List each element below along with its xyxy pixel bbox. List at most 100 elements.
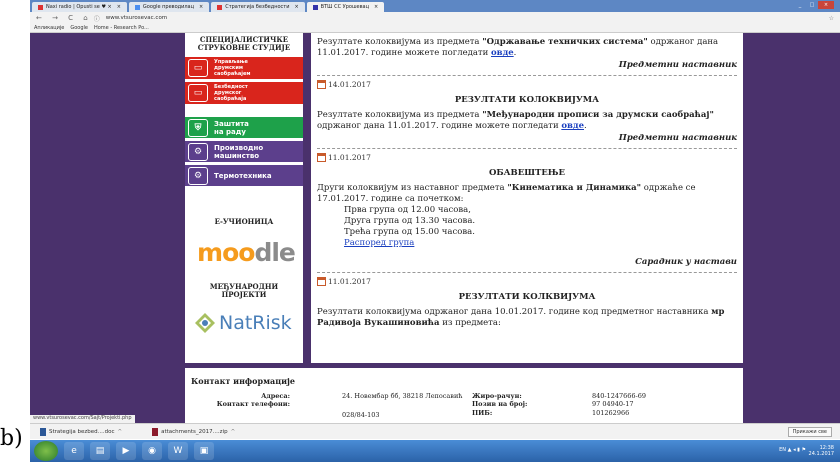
post1-link[interactable]: овде xyxy=(561,121,584,131)
status-url: www.vtsurosevac.com/Sajt/Projekti.php xyxy=(30,415,135,423)
tab-close-icon[interactable]: × xyxy=(374,4,378,10)
sidebar-study-label-line: машинство xyxy=(214,151,260,160)
post3-text-after: из предмета: xyxy=(439,318,501,328)
tab-favicon-icon xyxy=(134,4,140,10)
post1-end: . xyxy=(584,121,587,131)
sidebar-study-label-line: саобраћајем xyxy=(214,71,251,77)
download-item-label: Strategija bezbed....doc xyxy=(49,428,115,435)
group-item: Трећа група од 15.00 часова. xyxy=(344,227,475,237)
group-list: Прва група од 12.00 часова, Друга група … xyxy=(317,205,737,249)
post2-subject: "Кинематика и Динамика" xyxy=(507,183,642,193)
info-icon[interactable]: ⓘ xyxy=(94,14,100,23)
app-icon[interactable]: ▣ xyxy=(194,442,214,460)
bookmark-home[interactable]: Home - Research Po... xyxy=(94,25,149,31)
top-text-before: Резултате колоквијума из предмета xyxy=(317,37,483,47)
browser-tab[interactable]: Naxi radio | Opusti se ♥ × × xyxy=(32,2,127,12)
gear-icon: ⚙ xyxy=(188,142,208,161)
address-bar: ← → C ⌂ ⓘ www.vtsurosevac.com ☆ xyxy=(30,12,840,24)
figure-label: b) xyxy=(0,426,23,451)
car-icon: ▭ xyxy=(188,84,208,102)
tab-favicon-icon xyxy=(312,4,318,10)
media-icon[interactable]: ▶ xyxy=(116,442,136,460)
system-tray: EN ▲ ◂ ▮ ⚑ 12:38 24.1.2017 xyxy=(779,445,834,457)
download-item[interactable]: attachments_2017....zip ^ xyxy=(152,427,235,436)
close-window-button[interactable]: × xyxy=(818,1,834,9)
download-item[interactable]: Strategija bezbed....doc ^ xyxy=(40,427,122,436)
sidebar-study-link[interactable]: ⚙ Производно машинство xyxy=(185,139,303,162)
post2-text: Други колоквијум из наставног предмета "… xyxy=(317,183,737,205)
chrome-icon[interactable]: ◉ xyxy=(142,442,162,460)
show-all-downloads-button[interactable]: Прикажи све xyxy=(787,426,832,437)
ie-icon[interactable]: e xyxy=(64,442,84,460)
post1-date: 14.01.2017 xyxy=(317,79,737,90)
tab-label: ВТШ СС Урошевац xyxy=(320,4,370,10)
clock-date[interactable]: 24.1.2017 xyxy=(809,451,834,457)
contact-footer: Контакт информације Адреса: Контакт теле… xyxy=(185,368,743,428)
moodle-logo[interactable]: moodle xyxy=(197,238,296,267)
bookmarks-bar: Апликације Google Home - Research Po... xyxy=(30,24,840,33)
post2-title: ОБАВЕШТЕЊЕ xyxy=(488,168,566,178)
tab-favicon-icon xyxy=(38,4,43,10)
screenshot-root: Naxi radio | Opusti se ♥ × × Google превод… xyxy=(0,0,840,462)
group-schedule-link[interactable]: Распоред група xyxy=(344,238,414,248)
address-value: 24. Новембар бб, 38218 Лепосавић xyxy=(342,392,463,400)
browser-tab[interactable]: Google преводилац × xyxy=(128,2,210,12)
bookmark-star-icon[interactable]: ☆ xyxy=(829,15,834,22)
sidebar-study-link[interactable]: ▭ Безбедност друмског саобраћаја xyxy=(185,80,303,104)
top-end: . xyxy=(513,48,517,58)
post1-signature: Предметни наставник xyxy=(618,133,737,143)
start-button[interactable] xyxy=(34,441,58,461)
sidebar-study-link[interactable]: ▭ Управљање друмским саобраћајем xyxy=(185,55,303,79)
sidebar-study-label: Термотехника xyxy=(214,172,272,180)
tab-label: Google преводилац xyxy=(142,4,195,10)
browser-tab[interactable]: Стратегија безбедности × xyxy=(211,2,305,12)
calendar-icon xyxy=(317,153,326,162)
ref-label: Позив на број: xyxy=(472,400,528,408)
tab-close-icon[interactable]: × xyxy=(294,4,298,10)
post1-text: Резултате колоквијума из предмета "Међун… xyxy=(317,110,737,132)
bookmark-apps[interactable]: Апликације xyxy=(34,25,64,31)
ref-value: 97 04940-17 xyxy=(592,400,634,408)
sidebar-study-label-line: Производно xyxy=(214,143,264,152)
post1-subject: "Међународни прописи за друмски саобраћа… xyxy=(482,110,714,120)
elearning-heading: Е-УЧИОНИЦА xyxy=(214,217,274,226)
tab-close-icon[interactable]: × xyxy=(199,4,203,10)
folder-icon[interactable]: ▤ xyxy=(90,442,110,460)
maximize-button[interactable]: □ xyxy=(806,1,818,9)
post3-text: Резултати колоквијума одржаног дана 10.0… xyxy=(317,307,737,329)
sidebar-study-label-line: саобраћаја xyxy=(214,96,247,102)
tab-favicon-icon xyxy=(217,4,223,10)
sidebar-study-label-line: Термотехника xyxy=(214,171,272,180)
sidebar-study-label: Заштита на раду xyxy=(214,120,249,136)
post1-date-text: 14.01.2017 xyxy=(328,80,371,89)
nav-buttons[interactable]: ← → C ⌂ xyxy=(36,14,92,22)
language-indicator[interactable]: EN xyxy=(779,447,786,453)
post2-text-before: Други колоквијум из наставног предмета xyxy=(317,183,508,193)
sidebar-study-link[interactable]: ⚙ Термотехника xyxy=(185,163,303,186)
phone-value: 028/84-103 xyxy=(342,411,380,419)
tab-label: Стратегија безбедности xyxy=(225,4,290,10)
natrisk-logo[interactable]: NatRisk xyxy=(193,303,297,343)
url-field[interactable]: www.vtsurosevac.com xyxy=(106,15,167,21)
word-file-icon xyxy=(40,427,46,436)
top-link[interactable]: овде xyxy=(491,48,514,58)
sidebar: СПЕЦИЈАЛИСТИЧКЕ СТРУКОВНЕ СТУДИЈЕ ▭ Управ… xyxy=(185,33,303,363)
sidebar-study-link[interactable]: ⛨ Заштита на раду xyxy=(185,115,303,138)
post3-title: РЕЗУЛТАТИ КОЛКВИЈУМА xyxy=(458,292,596,302)
sidebar-study-label: Безбедност друмског саобраћаја xyxy=(214,84,248,102)
divider xyxy=(317,145,737,149)
pib-value: 101262966 xyxy=(592,409,630,417)
contact-heading: Контакт информације xyxy=(191,376,296,386)
browser-tab[interactable]: ВТШ СС Урошевац × xyxy=(306,2,385,12)
post1-text-before: Резултате колоквијума из предмета xyxy=(317,110,483,120)
download-item-label: attachments_2017....zip xyxy=(161,428,228,435)
post3-text-before: Резултати колоквијума одржаног дана 10.0… xyxy=(317,307,712,317)
tab-close-icon[interactable]: × xyxy=(117,4,121,10)
bookmark-google[interactable]: Google xyxy=(70,25,88,31)
divider xyxy=(317,72,737,76)
word-icon[interactable]: W xyxy=(168,442,188,460)
sidebar-study-label-line: Заштита xyxy=(214,119,249,128)
minimize-button[interactable]: _ xyxy=(794,1,806,9)
post3-date: 11.01.2017 xyxy=(317,276,737,287)
post2-date-text: 11.01.2017 xyxy=(328,153,371,162)
